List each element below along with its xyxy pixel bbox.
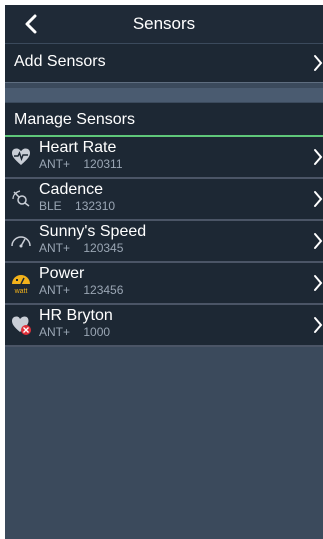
sensor-row-speed[interactable]: Sunny's Speed ANT+ 120345	[5, 221, 323, 263]
sensor-name: Heart Rate	[39, 139, 117, 156]
divider	[5, 82, 323, 83]
sensor-info: BLE 132310	[39, 199, 115, 213]
sensor-name: Sunny's Speed	[39, 223, 147, 240]
sensor-protocol: ANT+	[39, 283, 71, 297]
manage-sensors-header: Manage Sensors	[5, 103, 323, 136]
sensor-id: 120345	[83, 241, 124, 255]
sensor-info: ANT+ 120345	[39, 241, 123, 255]
power-icon: watt	[12, 275, 30, 294]
sensor-info: ANT+ 120311	[39, 157, 123, 171]
sensor-protocol: ANT+	[39, 325, 71, 339]
page-title: Sensors	[132, 14, 196, 33]
sensor-id: 123456	[83, 283, 124, 297]
power-icon-label: watt	[14, 288, 28, 294]
sensor-protocol: ANT+	[39, 241, 71, 255]
section-spacer	[5, 88, 323, 102]
sensor-row-heart-rate[interactable]: Heart Rate ANT+ 120311	[5, 137, 323, 179]
sensor-row-hr-bryton[interactable]: HR Bryton ANT+ 1000	[5, 305, 323, 347]
chevron-right-icon	[314, 149, 323, 165]
sensor-protocol: ANT+	[39, 157, 71, 171]
sensor-id: 1000	[83, 325, 111, 339]
chevron-right-icon	[314, 55, 323, 71]
add-sensors-label: Add Sensors	[14, 53, 106, 70]
sensor-name: Power	[39, 265, 85, 282]
chevron-right-icon	[314, 275, 323, 291]
speed-icon	[11, 236, 31, 248]
heart-disconnected-icon	[12, 316, 31, 335]
sensor-list: Heart Rate ANT+ 120311 Cadence BLE 13231…	[5, 137, 323, 347]
cadence-icon	[12, 190, 30, 207]
section-title: Manage Sensors	[14, 111, 135, 128]
sensor-row-cadence[interactable]: Cadence BLE 132310	[5, 179, 323, 221]
sensor-name: Cadence	[39, 181, 104, 198]
chevron-right-icon	[314, 317, 323, 333]
sensor-name: HR Bryton	[39, 307, 113, 324]
heart-icon	[12, 148, 30, 165]
phone-screen: Sensors Add Sensors Manage Sensors Heart…	[5, 5, 323, 539]
sensor-id: 132310	[75, 199, 116, 213]
chevron-right-icon	[314, 191, 323, 207]
sensor-info: ANT+ 1000	[39, 325, 110, 339]
sensor-id: 120311	[83, 157, 123, 171]
sensor-row-power[interactable]: watt Power ANT+ 123456	[5, 263, 323, 305]
sensor-info: ANT+ 123456	[39, 283, 123, 297]
add-sensors-row[interactable]: Add Sensors	[5, 44, 323, 82]
chevron-right-icon	[314, 233, 323, 249]
sensor-protocol: BLE	[39, 199, 62, 213]
header-bar: Sensors	[5, 5, 323, 43]
